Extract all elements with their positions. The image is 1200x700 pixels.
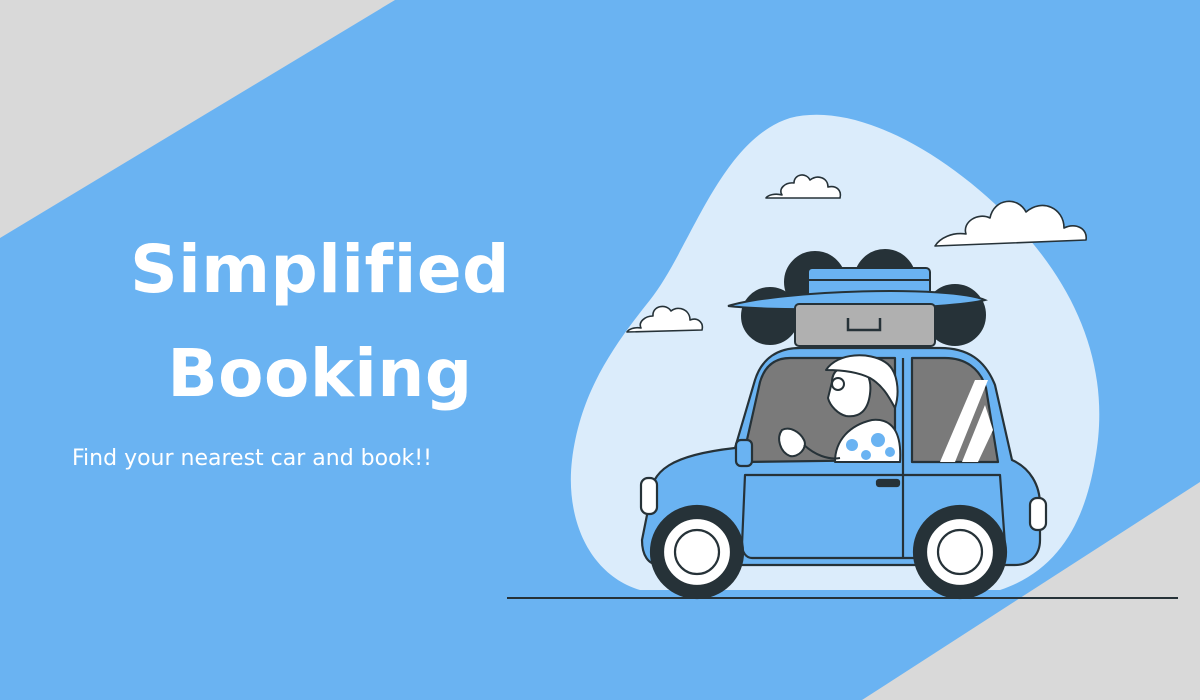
front-wheel — [649, 504, 745, 600]
rear-wheel — [912, 504, 1008, 600]
suitcase-icon — [794, 303, 936, 347]
car-trip-illustration — [507, 114, 1178, 600]
